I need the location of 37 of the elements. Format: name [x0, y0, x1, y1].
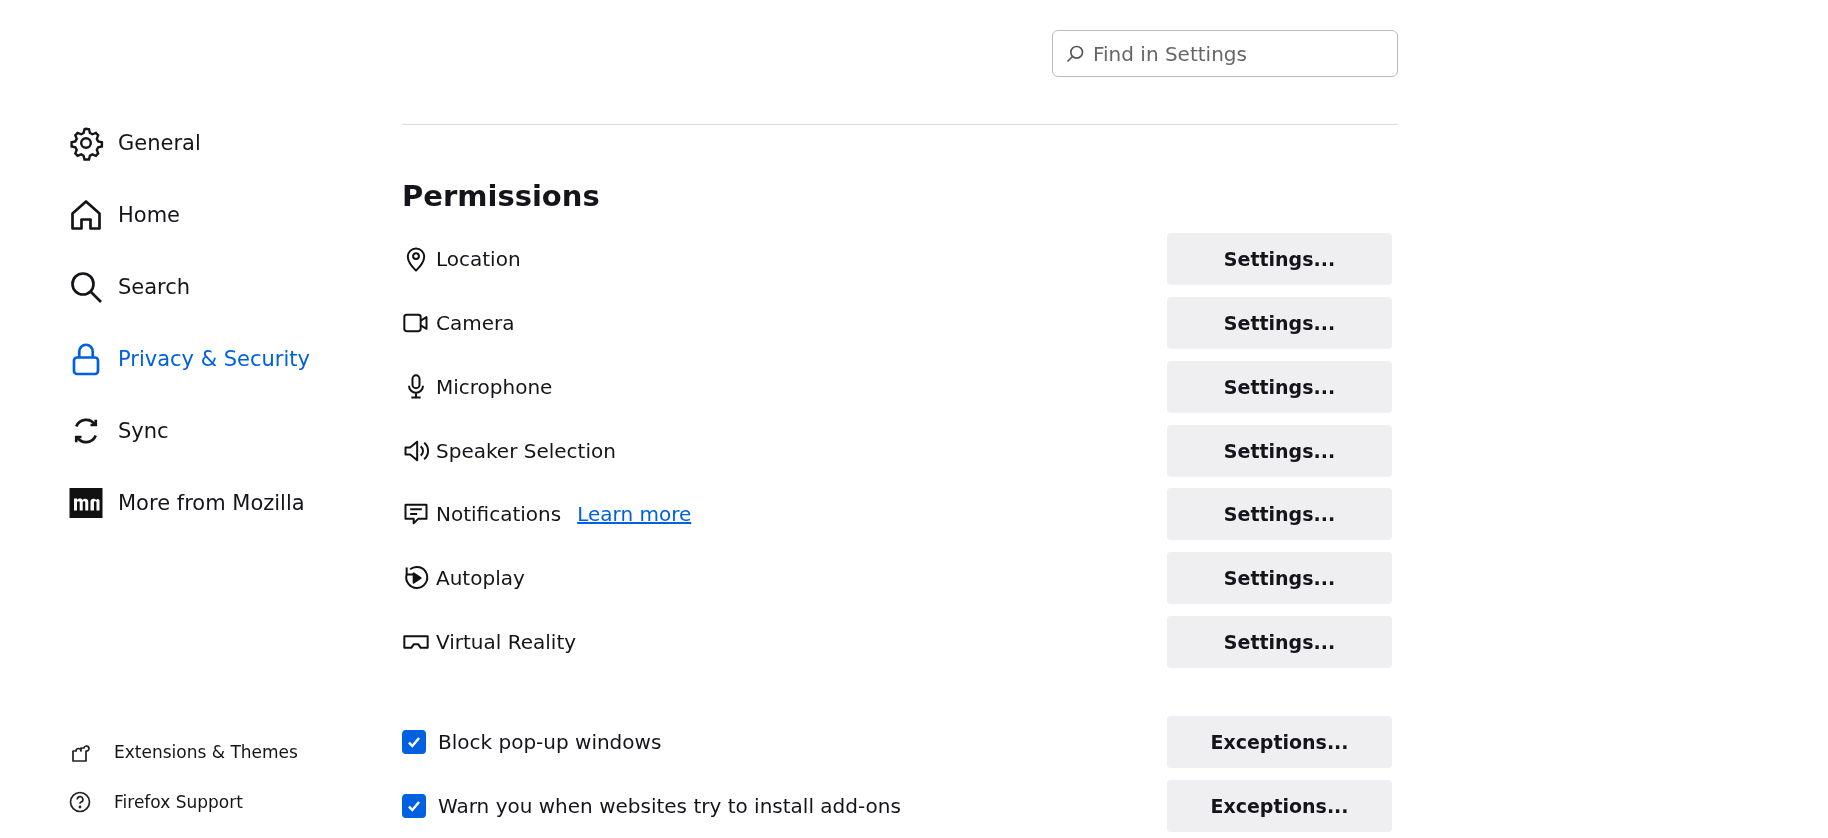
- permission-label: Virtual Reality: [436, 630, 577, 655]
- house-icon: [68, 197, 104, 233]
- checkbox[interactable]: [402, 730, 426, 754]
- permission-label: Autoplay: [436, 566, 525, 591]
- search-field[interactable]: Find in Settings: [1052, 30, 1398, 77]
- learn-more-link[interactable]: Learn more: [577, 502, 692, 527]
- m-logo-icon: [68, 485, 104, 521]
- settings-button[interactable]: Settings...: [1167, 616, 1392, 669]
- sidebar-link[interactable]: Firefox Support: [68, 790, 243, 814]
- gear-icon: [68, 125, 104, 161]
- permission-label: Location: [436, 246, 521, 271]
- settings-button[interactable]: Settings...: [1167, 488, 1392, 541]
- permission-label: Notifications: [436, 502, 562, 527]
- checkbox-label: Block pop-up windows: [438, 730, 662, 754]
- settings-button[interactable]: Settings...: [1167, 296, 1392, 349]
- exceptions-button[interactable]: Exceptions...: [1167, 716, 1392, 768]
- sidebar-item[interactable]: Privacy & Security: [68, 340, 310, 378]
- sidebar-item[interactable]: Search: [68, 268, 191, 306]
- sidebar-item[interactable]: More from Mozilla: [68, 484, 305, 522]
- checkbox[interactable]: [402, 794, 426, 818]
- help-icon: [68, 790, 92, 814]
- permission-label: Speaker Selection: [436, 438, 616, 463]
- search-icon: [68, 269, 104, 305]
- permission-label: Microphone: [436, 374, 553, 399]
- sidebar-item[interactable]: General: [68, 124, 201, 162]
- settings-button[interactable]: Settings...: [1167, 360, 1392, 413]
- checkbox-label: Warn you when websites try to install add-ons: [438, 794, 901, 818]
- sidebar-item[interactable]: Home: [68, 196, 180, 234]
- permission-label: Camera: [436, 310, 515, 335]
- settings-button[interactable]: Settings...: [1167, 424, 1392, 477]
- exceptions-button[interactable]: Exceptions...: [1167, 780, 1392, 832]
- settings-button[interactable]: Settings...: [1167, 552, 1392, 605]
- section-heading: Permissions: [402, 179, 601, 213]
- sidebar-item[interactable]: Sync: [68, 412, 169, 450]
- sidebar-link[interactable]: Extensions & Themes: [68, 740, 298, 764]
- search-icon: [1065, 44, 1085, 64]
- settings-button[interactable]: Settings...: [1167, 232, 1392, 285]
